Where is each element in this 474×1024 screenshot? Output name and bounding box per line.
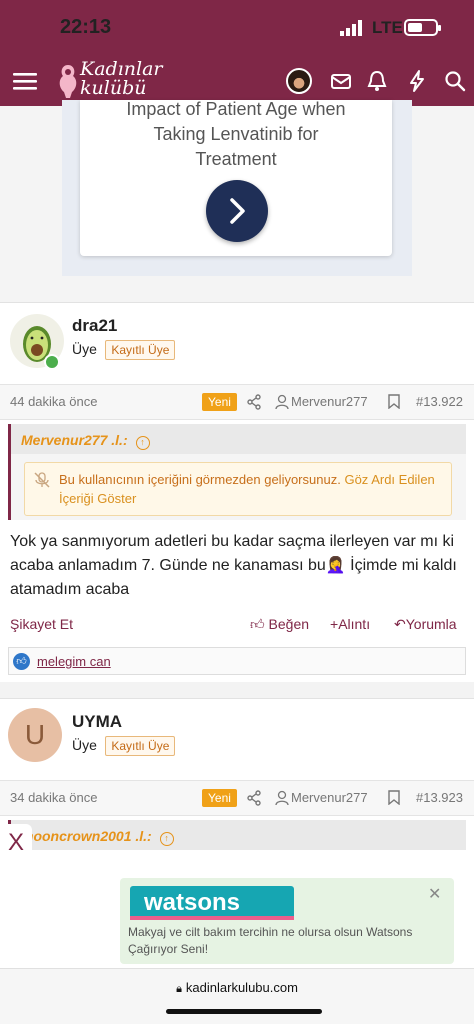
menu-icon[interactable] bbox=[12, 68, 38, 94]
browser-bottom-bar bbox=[0, 968, 474, 1024]
new-badge: Yeni bbox=[202, 393, 237, 411]
home-indicator[interactable] bbox=[166, 1009, 322, 1014]
quote-button[interactable]: +Alıntı bbox=[330, 616, 370, 632]
quoted-username[interactable]: Mervenur277 bbox=[291, 394, 368, 409]
quote-header[interactable]: Mervenur277 .l.: ↑ bbox=[11, 424, 466, 454]
reaction-user[interactable]: melegim can bbox=[37, 654, 111, 669]
reactions-bar: 👍︎ melegim can bbox=[8, 647, 466, 675]
watsons-logo: watsons bbox=[130, 886, 294, 920]
member-badge: Kayıtlı Üye bbox=[105, 340, 176, 360]
author-role-row: Üye Kayıtlı Üye bbox=[72, 340, 176, 360]
bell-icon[interactable] bbox=[364, 68, 390, 94]
user-icon bbox=[275, 790, 289, 806]
plus-icon: + bbox=[330, 616, 339, 632]
share-icon[interactable] bbox=[246, 394, 262, 410]
search-icon[interactable] bbox=[442, 68, 468, 94]
author-role: Üye bbox=[72, 737, 97, 753]
battery-icon bbox=[404, 19, 441, 36]
notice-text: Bu kullanıcının içeriğini görmezden geli… bbox=[59, 472, 341, 487]
ignored-notice: Bu kullanıcının içeriğini görmezden geli… bbox=[24, 462, 452, 516]
ad-line-1: Impact of Patient Age when bbox=[126, 100, 346, 119]
close-icon[interactable]: ✕ bbox=[428, 884, 441, 904]
quote-author: Mervenur277 .l.: bbox=[21, 432, 128, 448]
post-author[interactable]: UYMA bbox=[72, 712, 122, 732]
watsons-brand: watsons bbox=[144, 889, 241, 916]
quote-header[interactable]: mooncrown2001 .l.: ↑ bbox=[8, 820, 466, 850]
site-logo[interactable]: Kadınlar kulübü bbox=[80, 60, 200, 98]
post-time[interactable]: 44 dakika önce bbox=[10, 394, 97, 409]
url-text: kadinlarkulubu.com bbox=[185, 980, 298, 995]
share-icon[interactable] bbox=[246, 790, 262, 806]
post-number[interactable]: #13.923 bbox=[416, 790, 463, 805]
logo-text: Kadınlar kulübü bbox=[80, 58, 163, 99]
bookmark-icon[interactable] bbox=[388, 790, 400, 805]
post-author[interactable]: dra21 bbox=[72, 316, 117, 336]
post-time[interactable]: 34 dakika önce bbox=[10, 790, 97, 805]
reply-button[interactable]: ↶Yorumla bbox=[394, 616, 457, 633]
ad-close-x-button[interactable]: X bbox=[0, 824, 32, 862]
quote-author: mooncrown2001 .l.: bbox=[21, 828, 152, 844]
like-button[interactable]: 👍︎ Beğen bbox=[250, 616, 309, 633]
ad-text: Makyaj ve cilt bakım tercihin ne olursa … bbox=[128, 925, 413, 956]
logo-figure-icon[interactable] bbox=[56, 62, 80, 100]
user-avatar[interactable] bbox=[286, 68, 312, 94]
signal-icon bbox=[340, 20, 362, 36]
author-role-row: Üye Kayıtlı Üye bbox=[72, 736, 176, 756]
chevron-right-icon bbox=[230, 198, 245, 224]
arrow-up-circle-icon[interactable]: ↑ bbox=[135, 436, 150, 450]
user-icon bbox=[275, 394, 289, 410]
reply-icon: ↶ bbox=[394, 616, 406, 632]
member-badge: Kayıtlı Üye bbox=[105, 736, 176, 756]
report-link[interactable]: Şikayet Et bbox=[10, 616, 73, 632]
like-icon: 👍︎ bbox=[250, 616, 265, 632]
network-label: LTE bbox=[372, 18, 403, 37]
post-body: Yok ya sanmıyorum adetleri bu kadar saçm… bbox=[10, 530, 460, 602]
arrow-up-circle-icon[interactable]: ↑ bbox=[159, 832, 174, 846]
bolt-icon[interactable] bbox=[404, 68, 430, 94]
muted-mic-icon bbox=[34, 472, 50, 488]
reply-label: Yorumla bbox=[405, 616, 457, 632]
url-bar[interactable]: 🔒︎ kadinlarkulubu.com bbox=[0, 980, 474, 996]
lock-icon: 🔒︎ bbox=[176, 983, 182, 995]
mail-icon[interactable] bbox=[328, 68, 354, 94]
status-time: 22:13 bbox=[60, 16, 112, 38]
online-status-icon bbox=[44, 354, 60, 370]
post-number[interactable]: #13.922 bbox=[416, 394, 463, 409]
ad-line-2: Taking Lenvatinib for bbox=[153, 124, 319, 144]
new-badge: Yeni bbox=[202, 789, 237, 807]
like-reaction-icon: 👍︎ bbox=[13, 653, 30, 670]
bookmark-icon[interactable] bbox=[388, 394, 400, 409]
ad-next-button[interactable] bbox=[206, 180, 268, 242]
facepalm-emoji: 🤦‍♀️ bbox=[325, 557, 346, 574]
like-label: Beğen bbox=[268, 616, 310, 632]
letter-avatar[interactable]: U bbox=[8, 708, 62, 762]
author-role: Üye bbox=[72, 341, 97, 357]
quoted-username[interactable]: Mervenur277 bbox=[291, 790, 368, 805]
ad-line-3: Treatment bbox=[195, 149, 277, 169]
top-navbar bbox=[0, 56, 474, 106]
quote-label: Alıntı bbox=[338, 616, 371, 632]
